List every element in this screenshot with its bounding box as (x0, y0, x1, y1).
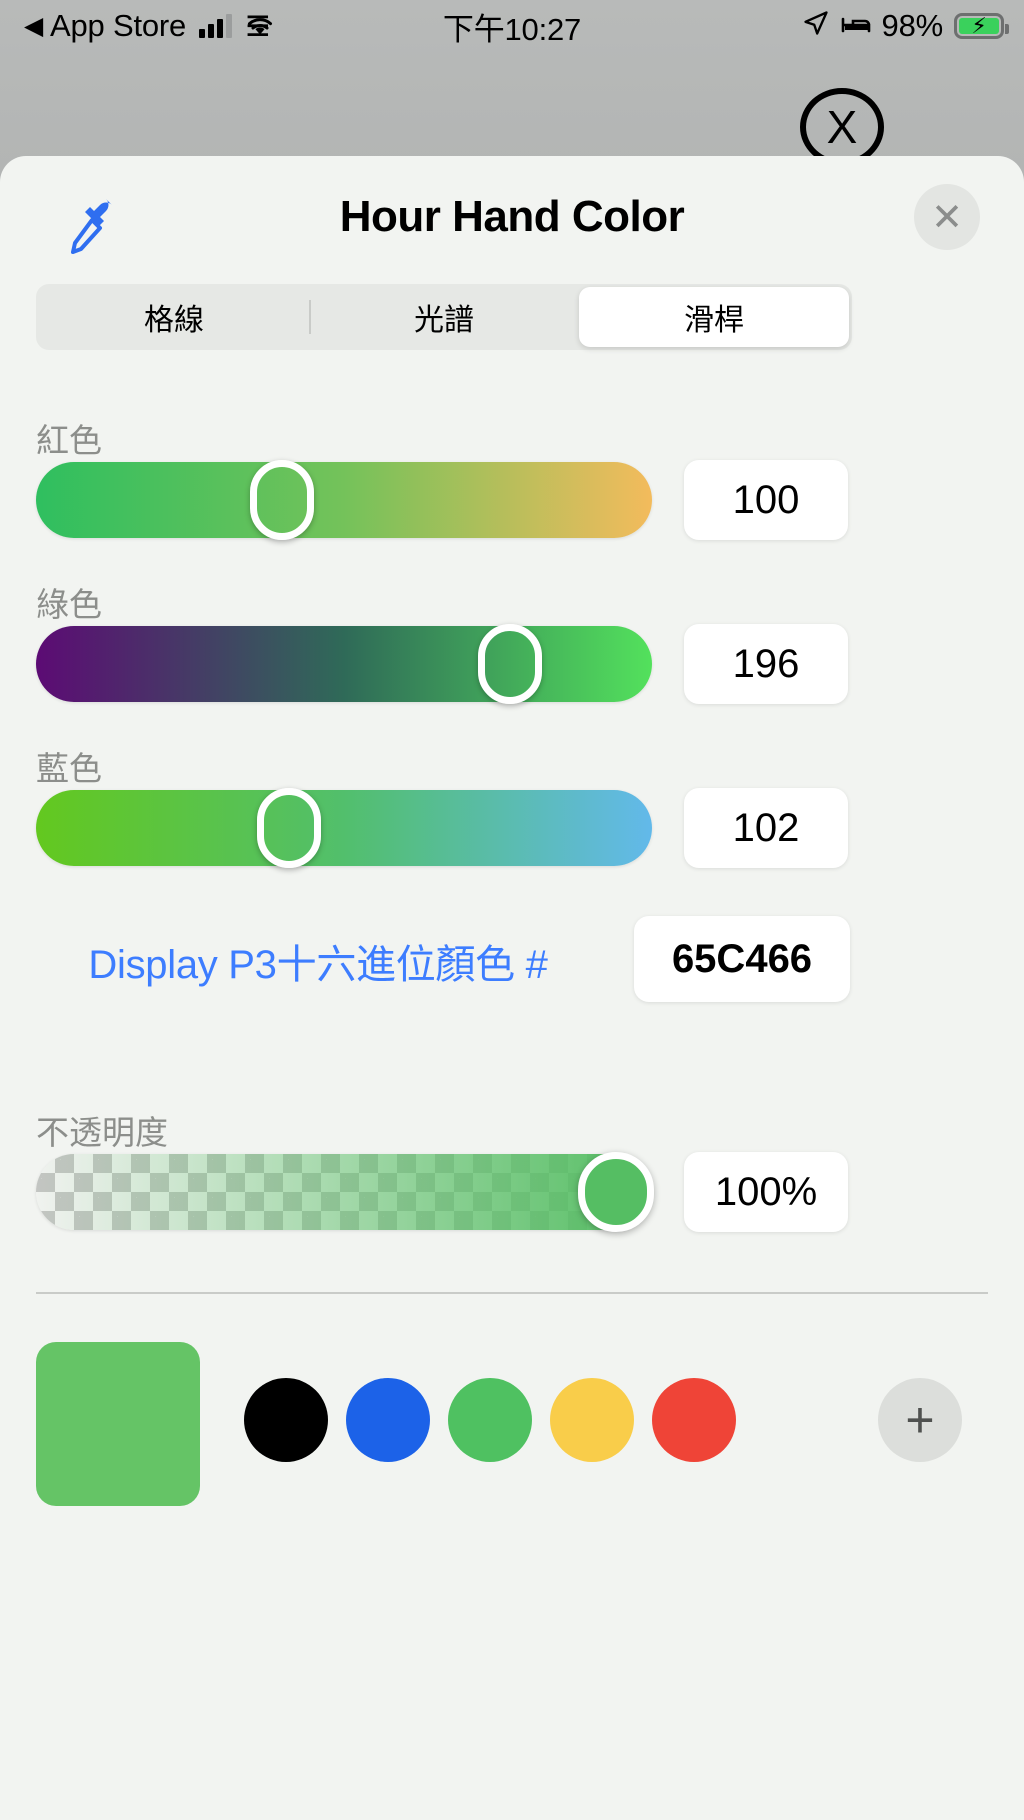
opacity-slider-thumb[interactable] (578, 1152, 654, 1232)
slider-thumb-blue[interactable] (256, 788, 321, 868)
status-bar-time: 下午10:27 (442, 11, 582, 47)
tab-spectrum-label: 光譜 (414, 304, 474, 337)
slider-track-green[interactable] (36, 626, 652, 702)
slider-value-red[interactable]: 100 (684, 460, 848, 540)
status-bar: ◀ App Store ☰ 下午10:27 98% ⚡ (0, 0, 1024, 52)
opacity-value[interactable]: 100% (684, 1152, 848, 1232)
tab-sliders[interactable]: 滑桿 (579, 287, 849, 347)
battery-percent-label: 98% (881, 8, 944, 43)
cellular-signal-icon (199, 14, 233, 38)
tab-spectrum[interactable]: 光譜 (309, 287, 579, 347)
close-icon[interactable]: ✕ (914, 184, 980, 250)
current-color-swatch[interactable] (36, 1342, 200, 1506)
swatch-red[interactable] (652, 1378, 736, 1462)
picker-mode-segmented-control[interactable]: 格線 光譜 滑桿 (36, 284, 852, 350)
page-title: Hour Hand Color (339, 192, 685, 241)
tab-grid-label: 格線 (144, 304, 204, 337)
sheet-header: Hour Hand Color ✕ (0, 156, 1024, 288)
bed-icon (841, 11, 871, 42)
slider-thumb-green[interactable] (478, 624, 543, 704)
location-arrow-icon (802, 9, 830, 44)
hex-input[interactable]: 65C466 (634, 916, 850, 1002)
tab-sliders-label: 滑桿 (684, 304, 744, 337)
swatch-green[interactable] (448, 1378, 532, 1462)
status-bar-left[interactable]: ◀ App Store ☰ (24, 8, 275, 44)
status-bar-right: 98% ⚡ (802, 8, 1009, 44)
slider-label-green: 綠色 (36, 586, 102, 623)
add-swatch-button[interactable]: + (878, 1378, 962, 1462)
overlay-close-label: X (826, 101, 858, 153)
battery-charging-icon: ⚡ (954, 13, 1009, 39)
opacity-label: 不透明度 (36, 1114, 168, 1151)
color-picker-sheet: Hour Hand Color ✕ 格線 光譜 滑桿 紅色 100 綠色 196… (0, 156, 1024, 1820)
hex-label[interactable]: Display P3十六進位顏色 # (0, 932, 636, 990)
slider-value-green[interactable]: 196 (684, 624, 848, 704)
swatch-row: + (0, 1342, 1024, 1542)
opacity-slider-track[interactable] (36, 1154, 652, 1230)
wifi-icon: ☰ (245, 11, 273, 42)
overlay-close-button[interactable]: X (800, 88, 884, 166)
back-app-label: App Store (50, 8, 187, 43)
hex-row: Display P3十六進位顏色 # 65C466 (0, 916, 1024, 1002)
swatch-blue[interactable] (346, 1378, 430, 1462)
close-glyph: ✕ (931, 196, 963, 239)
slider-track-red[interactable] (36, 462, 652, 538)
slider-label-red: 紅色 (36, 422, 102, 459)
divider (36, 1292, 988, 1294)
slider-track-blue[interactable] (36, 790, 652, 866)
back-arrow-icon: ◀ (24, 11, 44, 40)
tab-grid[interactable]: 格線 (39, 287, 309, 347)
slider-thumb-red[interactable] (250, 460, 315, 540)
plus-icon: + (905, 1392, 935, 1448)
slider-label-blue: 藍色 (36, 750, 102, 787)
swatch-yellow[interactable] (550, 1378, 634, 1462)
slider-value-blue[interactable]: 102 (684, 788, 848, 868)
opacity-gradient-fill (36, 1154, 652, 1230)
swatch-black[interactable] (244, 1378, 328, 1462)
